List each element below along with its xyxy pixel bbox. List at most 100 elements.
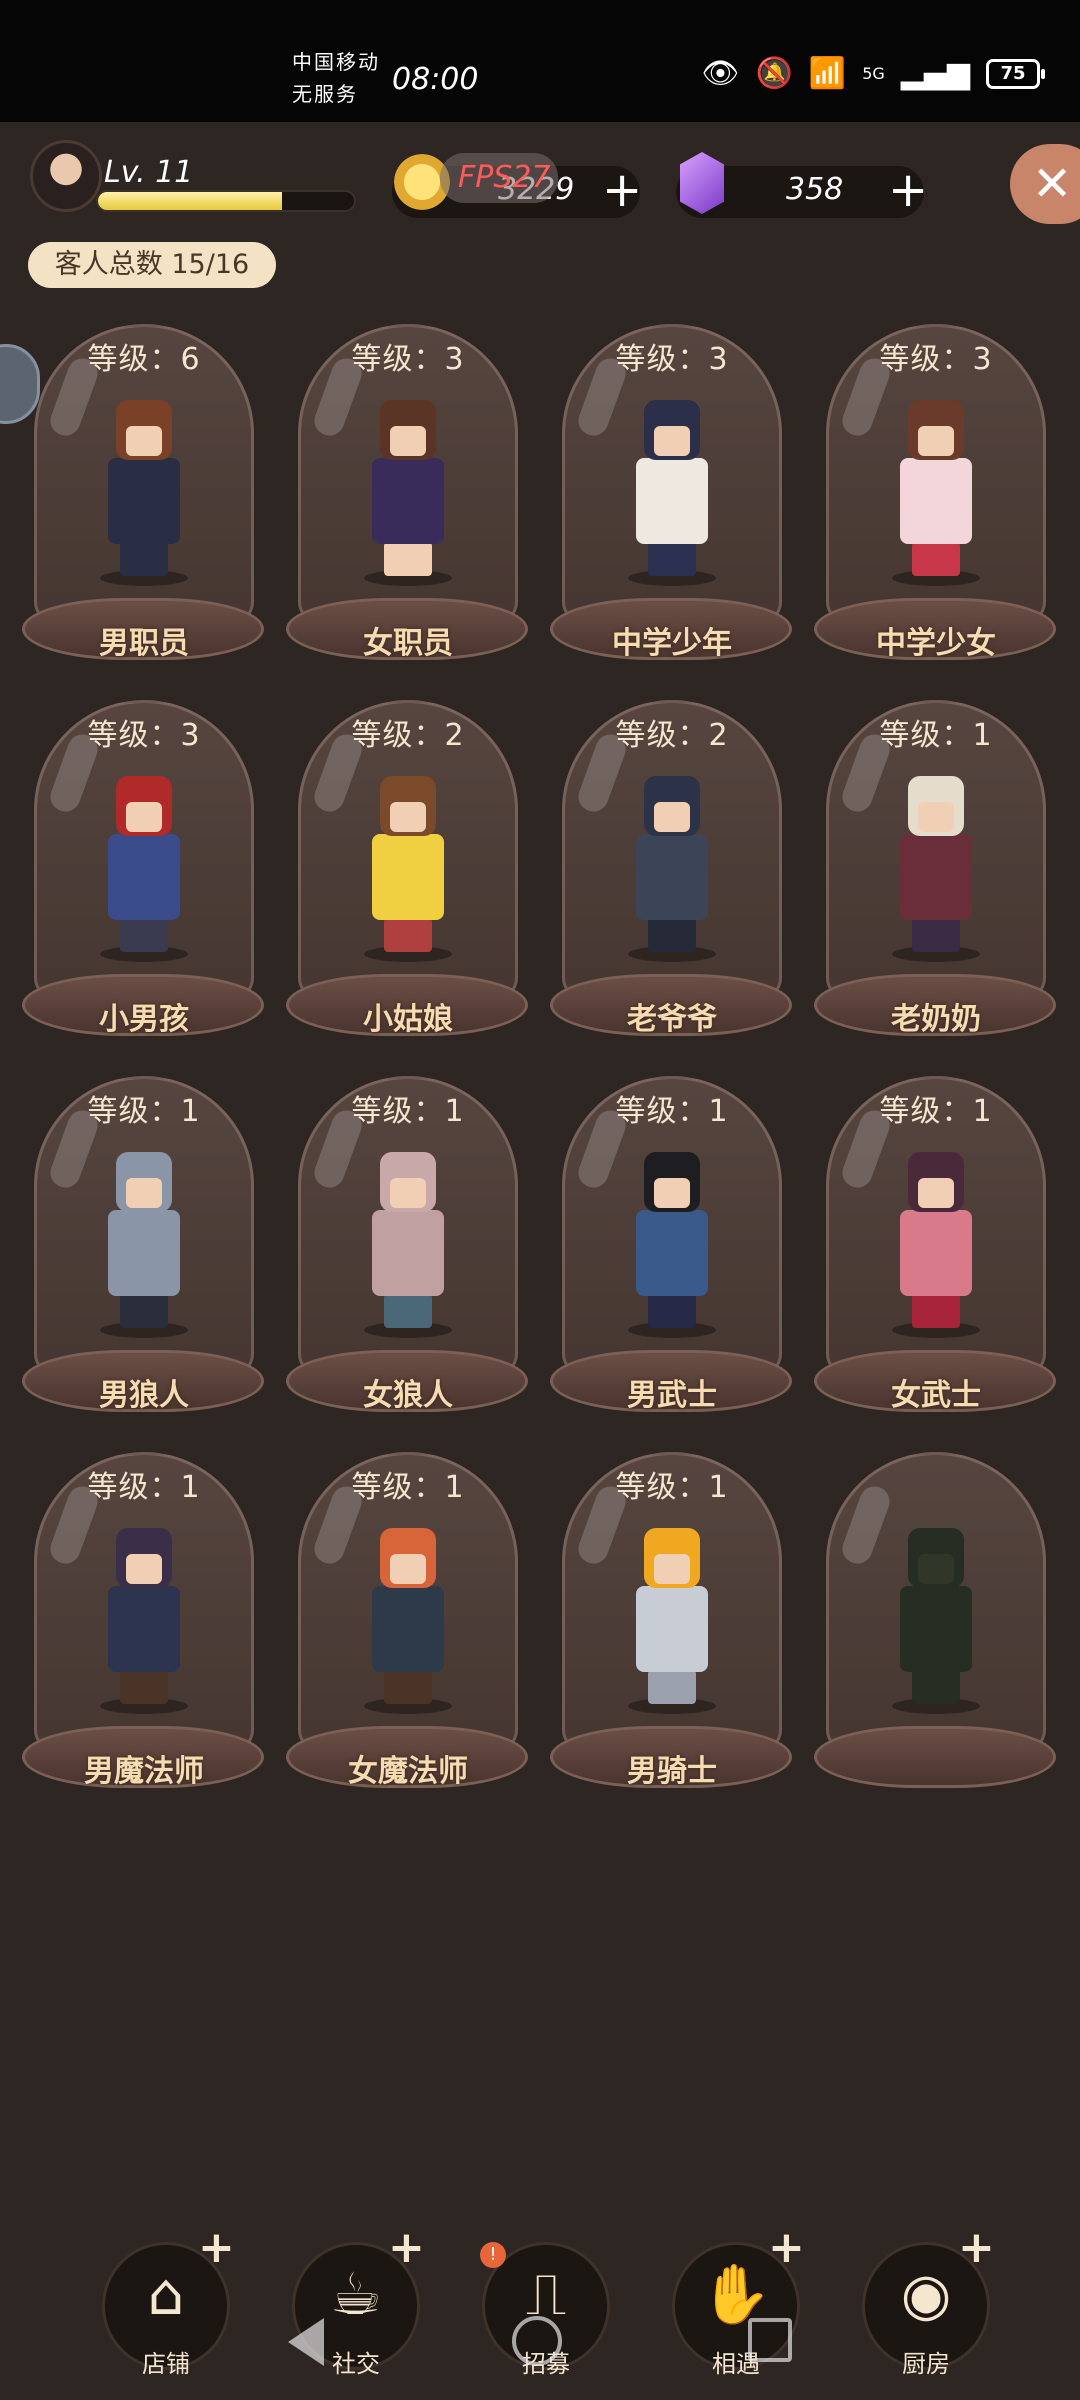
system-home-icon[interactable] [512, 2316, 562, 2366]
sprite-face [918, 426, 954, 456]
sprite-legs [120, 1294, 168, 1328]
guest-card[interactable]: 等级：1 男骑士 [548, 1448, 812, 1824]
system-recent-icon[interactable] [748, 2318, 792, 2362]
guest-level: 等级：6 [87, 342, 201, 377]
sprite-legs [648, 1670, 696, 1704]
guest-name: 男魔法师 [84, 1754, 204, 1789]
sprite-legs [120, 1670, 168, 1704]
sprite-face [654, 426, 690, 456]
character-sprite [358, 390, 458, 590]
character-sprite [94, 1142, 194, 1342]
guest-level: 等级：3 [615, 342, 729, 377]
carrier-info: 中国移动 无服务 [292, 46, 380, 110]
guest-name: 女魔法师 [348, 1754, 468, 1789]
guest-level: 等级：1 [87, 1470, 201, 1505]
sprite-body [900, 1586, 972, 1672]
nav-label: 店铺 [142, 2350, 190, 2378]
sprite-face [126, 1554, 162, 1584]
guest-card[interactable]: 等级：1 男狼人 [20, 1072, 284, 1448]
sprite-face [654, 1554, 690, 1584]
guest-level: 等级：2 [615, 718, 729, 753]
carrier-name: 中国移动 [292, 50, 380, 74]
sprite-body [372, 1586, 444, 1672]
character-sprite [94, 766, 194, 966]
sprite-legs [384, 1670, 432, 1704]
sprite-legs [120, 542, 168, 576]
sprite-face [390, 802, 426, 832]
sprite-face [654, 802, 690, 832]
player-avatar[interactable] [30, 140, 102, 212]
sprite-face [126, 1178, 162, 1208]
sprite-face [390, 426, 426, 456]
alert-badge: ! [480, 2242, 506, 2268]
signal-icon: ▂▄▆ [900, 56, 970, 91]
sprite-body [372, 458, 444, 544]
xp-bar-fill [98, 192, 283, 210]
character-sprite [358, 1518, 458, 1718]
sprite-face [390, 1178, 426, 1208]
sprite-body [108, 458, 180, 544]
guest-level: 等级：2 [351, 718, 465, 753]
guest-card[interactable]: 等级：1 女武士 [812, 1072, 1076, 1448]
guest-name: 小姑娘 [363, 1002, 453, 1037]
guest-level: 等级：1 [87, 1094, 201, 1129]
guest-card[interactable]: 等级：3 女职员 [284, 320, 548, 696]
sprite-body [372, 1210, 444, 1296]
guest-card[interactable]: 等级：2 小姑娘 [284, 696, 548, 1072]
sprite-body [900, 458, 972, 544]
guest-name: 中学少年 [612, 626, 732, 661]
sprite-face [654, 1178, 690, 1208]
character-sprite [622, 1518, 722, 1718]
status-icons: 👁 🔕 📶 5G ▂▄▆ 75 [701, 56, 1045, 91]
guest-card[interactable]: 等级：3 中学少女 [812, 320, 1076, 696]
close-button[interactable]: ✕ [1010, 144, 1080, 224]
guest-card[interactable]: 等级：6 男职员 [20, 320, 284, 696]
sprite-legs [120, 918, 168, 952]
guest-name: 女武士 [891, 1378, 981, 1413]
guest-card[interactable]: 等级：3 小男孩 [20, 696, 284, 1072]
nav-label: 厨房 [902, 2350, 950, 2378]
status-bar: 中国移动 无服务 08:00 👁 🔕 📶 5G ▂▄▆ 75 [0, 0, 1080, 122]
guest-name: 男骑士 [627, 1754, 717, 1789]
sprite-legs [384, 542, 432, 576]
nav-shop[interactable]: ⌂ + 店铺 [96, 2222, 236, 2380]
character-sprite [886, 1518, 986, 1718]
sprite-body [108, 834, 180, 920]
sprite-face [126, 426, 162, 456]
sprite-body [900, 1210, 972, 1296]
character-sprite [886, 390, 986, 590]
guest-card[interactable]: 等级：1 女魔法师 [284, 1448, 548, 1824]
character-sprite [886, 1142, 986, 1342]
guest-name: 男职员 [99, 626, 189, 661]
battery-icon: 75 [986, 58, 1045, 89]
character-sprite [622, 766, 722, 966]
guest-name: 小男孩 [99, 1002, 189, 1037]
nav-frying-pan[interactable]: ◉ + 厨房 [856, 2222, 996, 2380]
clock: 08:00 [392, 62, 479, 97]
add-coins-button[interactable]: + [602, 160, 642, 220]
sprite-body [636, 1210, 708, 1296]
guest-card[interactable]: 等级：3 中学少年 [548, 320, 812, 696]
guest-card[interactable]: 等级：1 女狼人 [284, 1072, 548, 1448]
character-sprite [358, 1142, 458, 1342]
guest-card[interactable]: 等级：1 男魔法师 [20, 1448, 284, 1824]
sprite-face [918, 802, 954, 832]
character-sprite [622, 390, 722, 590]
add-gems-button[interactable]: + [888, 160, 928, 220]
guest-level: 等级：1 [615, 1094, 729, 1129]
xp-bar [96, 190, 356, 212]
guest-card[interactable]: 等级：1 老奶奶 [812, 696, 1076, 1072]
carrier-service: 无服务 [292, 82, 358, 106]
sprite-face [918, 1554, 954, 1584]
guest-card-locked[interactable] [812, 1448, 1076, 1824]
sprite-face [390, 1554, 426, 1584]
sprite-legs [648, 1294, 696, 1328]
plus-icon: + [958, 2222, 995, 2273]
sprite-legs [648, 542, 696, 576]
guest-level: 等级：1 [351, 1470, 465, 1505]
system-back-icon[interactable] [288, 2318, 324, 2366]
guest-card[interactable]: 等级：1 男武士 [548, 1072, 812, 1448]
sprite-legs [912, 918, 960, 952]
guest-level: 等级：3 [351, 342, 465, 377]
guest-card[interactable]: 等级：2 老爷爷 [548, 696, 812, 1072]
